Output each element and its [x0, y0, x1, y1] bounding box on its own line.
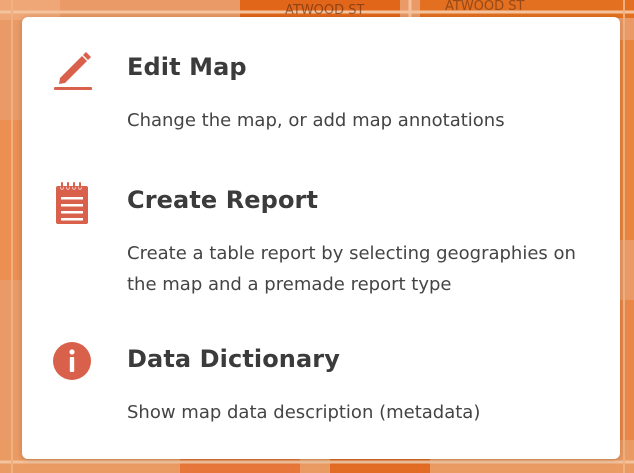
data-dictionary-description: Show map data description (metadata) [127, 402, 481, 423]
create-report-title: Create Report [127, 186, 319, 214]
edit-map-item[interactable]: Edit Map Change the map, or add map anno… [22, 47, 620, 157]
action-menu: Edit Map Change the map, or add map anno… [22, 17, 620, 459]
notepad-icon [49, 180, 95, 226]
street-label: ATWOOD ST [285, 3, 365, 18]
create-report-item[interactable]: Create Report Create a table report by s… [22, 180, 620, 320]
create-report-description: Create a table report by selecting geogr… [127, 243, 576, 295]
data-dictionary-item[interactable]: Data Dictionary Show map data descriptio… [22, 339, 620, 449]
edit-map-title: Edit Map [127, 53, 247, 81]
pencil-icon [49, 47, 95, 93]
edit-map-description: Change the map, or add map annotations [127, 110, 505, 131]
street-label: ATWOOD ST [445, 0, 525, 14]
info-icon [49, 339, 95, 385]
data-dictionary-title: Data Dictionary [127, 345, 340, 373]
